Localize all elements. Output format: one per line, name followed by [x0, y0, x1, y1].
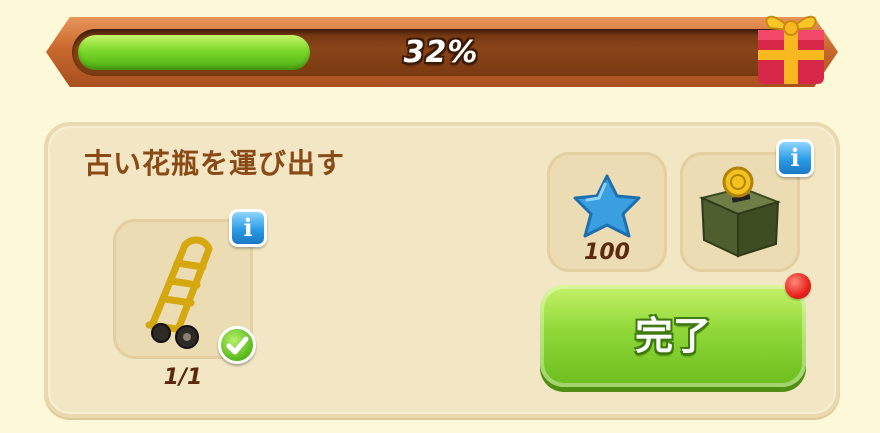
gift-box-icon[interactable] [752, 0, 830, 86]
complete-button[interactable]: 完了 [540, 285, 806, 387]
requirement-info-button[interactable]: i [229, 209, 267, 247]
progress-percent-label: 32% [403, 35, 479, 70]
reward-star-amount: 100 [584, 240, 630, 265]
notification-dot [785, 273, 811, 299]
progress-bar: 32% [72, 29, 810, 76]
requirement-count: 1/1 [163, 365, 203, 390]
task-title: 古い花瓶を運び出す [84, 147, 346, 180]
completed-check-icon [218, 326, 256, 364]
reward-info-button[interactable]: i [776, 139, 814, 177]
complete-button-label: 完了 [634, 314, 711, 358]
